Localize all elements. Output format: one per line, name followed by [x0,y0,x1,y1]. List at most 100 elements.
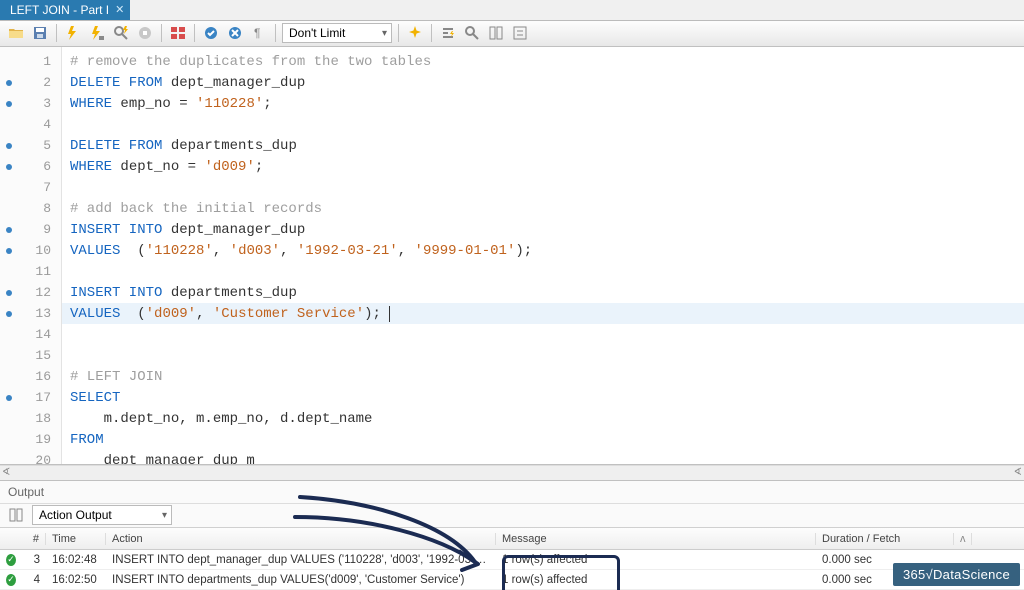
toggle-autocommit-button[interactable] [168,23,188,43]
sql-editor[interactable]: 123456789101112131415161718192021 # remo… [0,47,1024,465]
line-number: 14 [0,324,61,345]
line-number: 15 [0,345,61,366]
output-controls: Action Output [0,504,1024,528]
row-time: 16:02:50 [46,574,106,586]
col-message[interactable]: Message [496,533,816,545]
separator [161,24,162,42]
line-number: 16 [0,366,61,387]
line-number: 3 [0,93,61,114]
output-layout-button[interactable] [6,505,26,525]
stop-button[interactable] [135,23,155,43]
line-number: 13 [0,303,61,324]
tab-left-join[interactable]: LEFT JOIN - Part I ✕ [0,0,130,20]
code-line[interactable]: # LEFT JOIN [62,366,1024,387]
open-file-button[interactable] [6,23,26,43]
separator [431,24,432,42]
line-number: 4 [0,114,61,135]
line-number-gutter: 123456789101112131415161718192021 [0,47,62,464]
horizontal-scrollbar[interactable]: ∢∢ [0,465,1024,480]
execute-button[interactable] [63,23,83,43]
separator [275,24,276,42]
output-row[interactable]: ✓416:02:50INSERT INTO departments_dup VA… [0,570,1024,590]
row-time: 16:02:48 [46,554,106,566]
line-number: 9 [0,219,61,240]
line-number: 1 [0,51,61,72]
code-line[interactable]: dept_manager_dup m [62,450,1024,464]
close-icon[interactable]: ✕ [115,3,124,16]
save-button[interactable] [30,23,50,43]
output-type-value: Action Output [39,508,112,522]
limit-rows-value: Don't Limit [289,26,345,40]
tab-title: LEFT JOIN - Part I [10,3,109,17]
status-icon: ✓ [0,554,22,566]
code-line[interactable] [62,261,1024,282]
code-line[interactable] [62,324,1024,345]
tab-bar: LEFT JOIN - Part I ✕ [0,0,1024,21]
col-scroll-indicator: ʌ [954,533,972,545]
code-line[interactable]: VALUES ('110228', 'd003', '1992-03-21', … [62,240,1024,261]
code-line[interactable] [62,114,1024,135]
code-line[interactable]: DELETE FROM departments_dup [62,135,1024,156]
line-number: 8 [0,198,61,219]
output-table: # Time Action Message Duration / Fetch ʌ… [0,528,1024,590]
limit-rows-select[interactable]: Don't Limit [282,23,392,43]
code-line[interactable]: FROM [62,429,1024,450]
code-line[interactable] [62,177,1024,198]
toolbar: ¶ Don't Limit [0,21,1024,47]
line-number: 12 [0,282,61,303]
row-num: 4 [22,574,46,586]
code-area[interactable]: # remove the duplicates from the two tab… [62,47,1024,464]
find-button[interactable] [438,23,458,43]
toggle-whitespace-button[interactable]: ¶ [249,23,269,43]
code-line[interactable]: # remove the duplicates from the two tab… [62,51,1024,72]
commit-button[interactable] [201,23,221,43]
row-message: 1 row(s) affected [496,574,816,586]
line-number: 19 [0,429,61,450]
code-line[interactable]: DELETE FROM dept_manager_dup [62,72,1024,93]
watermark: 365√DataScience [893,563,1020,586]
separator [194,24,195,42]
separator [56,24,57,42]
code-line[interactable]: SELECT [62,387,1024,408]
code-line[interactable] [62,345,1024,366]
svg-text:¶: ¶ [254,26,260,40]
separator [398,24,399,42]
toggle-invisible-button[interactable] [486,23,506,43]
output-section-label: Output [0,481,1024,504]
row-action: INSERT INTO dept_manager_dup VALUES ('11… [106,554,496,566]
line-number: 6 [0,156,61,177]
code-line[interactable]: INSERT INTO departments_dup [62,282,1024,303]
line-number: 11 [0,261,61,282]
text-caret [389,306,390,322]
status-icon: ✓ [0,574,22,586]
code-line[interactable]: WHERE emp_no = '110228'; [62,93,1024,114]
row-action: INSERT INTO departments_dup VALUES('d009… [106,574,496,586]
word-wrap-button[interactable] [510,23,530,43]
row-num: 3 [22,554,46,566]
execute-current-button[interactable] [87,23,107,43]
beautify-button[interactable] [405,23,425,43]
row-message: 1 row(s) affected [496,554,816,566]
line-number: 20 [0,450,61,465]
code-line[interactable]: INSERT INTO dept_manager_dup [62,219,1024,240]
line-number: 18 [0,408,61,429]
output-type-select[interactable]: Action Output [32,505,172,525]
line-number: 2 [0,72,61,93]
line-number: 7 [0,177,61,198]
code-line[interactable]: WHERE dept_no = 'd009'; [62,156,1024,177]
output-row[interactable]: ✓316:02:48INSERT INTO dept_manager_dup V… [0,550,1024,570]
line-number: 5 [0,135,61,156]
output-table-header: # Time Action Message Duration / Fetch ʌ [0,528,1024,550]
line-number: 10 [0,240,61,261]
rollback-button[interactable] [225,23,245,43]
line-number: 17 [0,387,61,408]
code-line[interactable]: # add back the initial records [62,198,1024,219]
code-line[interactable]: m.dept_no, m.emp_no, d.dept_name [62,408,1024,429]
col-duration[interactable]: Duration / Fetch [816,533,954,545]
search-button[interactable] [462,23,482,43]
explain-button[interactable] [111,23,131,43]
code-line[interactable]: VALUES ('d009', 'Customer Service'); [62,303,1024,324]
col-time[interactable]: Time [46,533,106,545]
col-num[interactable]: # [22,533,46,545]
col-action[interactable]: Action [106,533,496,545]
